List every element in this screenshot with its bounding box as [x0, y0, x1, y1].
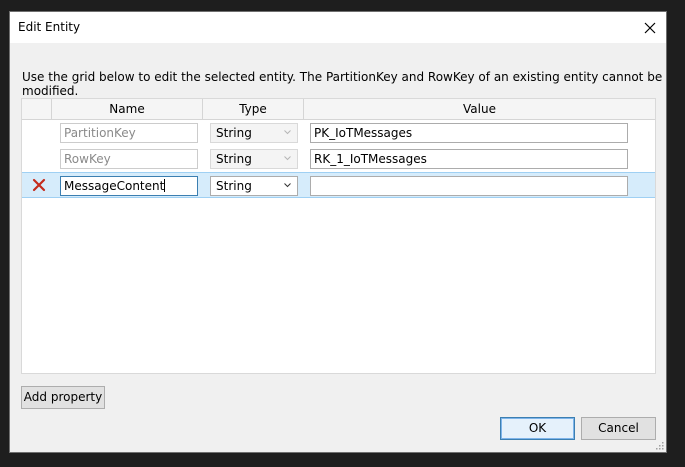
instructions-text: Use the grid below to edit the selected …: [22, 70, 663, 98]
grid-header: Name Type Value: [22, 99, 655, 120]
property-type-select: String: [210, 149, 298, 169]
column-header-name[interactable]: Name: [52, 99, 203, 119]
property-name-input[interactable]: MessageContent: [60, 176, 198, 196]
property-grid: Name Type Value PartitionKey String PK_I…: [21, 98, 656, 374]
column-header-type[interactable]: Type: [203, 99, 304, 119]
chevron-down-icon: [284, 156, 291, 161]
delete-x-icon[interactable]: [32, 178, 46, 192]
dialog-title: Edit Entity: [18, 20, 81, 34]
chevron-down-icon: [284, 183, 291, 188]
close-icon: [644, 22, 656, 33]
edit-entity-dialog: Edit Entity Use the grid below to edit t…: [9, 11, 667, 453]
property-value-input[interactable]: [310, 176, 628, 196]
property-value-field[interactable]: PK_IoTMessages: [310, 123, 628, 143]
property-type-value: String: [216, 179, 252, 193]
grid-row-selected: MessageContent String: [22, 172, 655, 198]
title-bar: Edit Entity: [10, 12, 666, 43]
property-type-value: String: [216, 126, 252, 140]
ok-button[interactable]: OK: [500, 417, 575, 440]
resize-grip-icon[interactable]: [654, 440, 664, 450]
header-row-marker: [22, 99, 52, 119]
grid-row: RowKey String RK_1_IoTMessages: [22, 146, 655, 172]
property-name-field: PartitionKey: [60, 123, 198, 143]
property-type-select: String: [210, 123, 298, 143]
property-type-value: String: [216, 152, 252, 166]
text-cursor: [164, 179, 166, 192]
close-button[interactable]: [634, 12, 666, 43]
chevron-down-icon: [284, 130, 291, 135]
add-property-button[interactable]: Add property: [21, 386, 105, 409]
column-header-value[interactable]: Value: [304, 99, 655, 119]
cancel-button[interactable]: Cancel: [581, 417, 656, 440]
property-name-text: MessageContent: [64, 179, 165, 193]
property-type-select[interactable]: String: [210, 176, 298, 196]
property-value-field[interactable]: RK_1_IoTMessages: [310, 149, 628, 169]
property-name-field: RowKey: [60, 149, 198, 169]
grid-row: PartitionKey String PK_IoTMessages: [22, 120, 655, 146]
